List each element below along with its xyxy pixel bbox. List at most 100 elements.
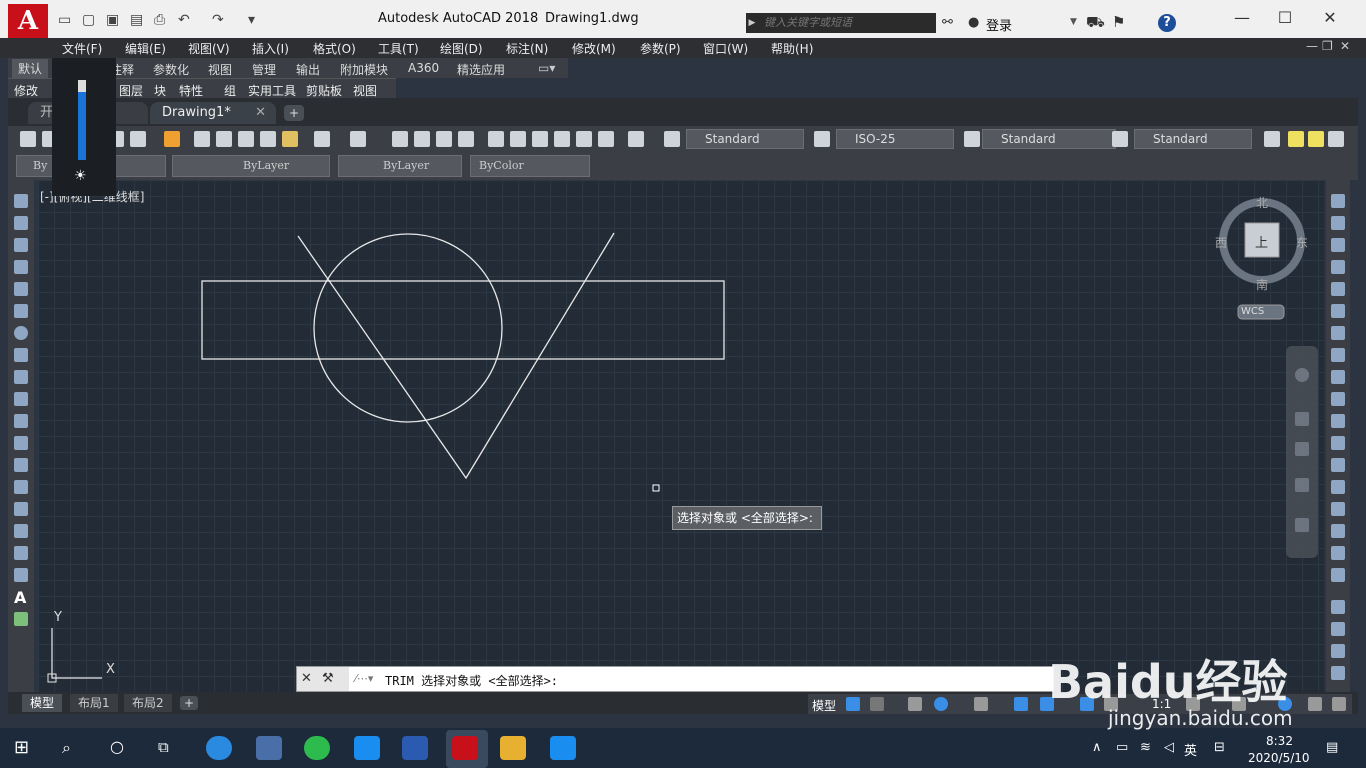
trim-icon[interactable]	[1331, 392, 1345, 406]
snap-icon[interactable]	[870, 697, 884, 711]
windows-start-icon[interactable]: ⊞	[14, 737, 29, 758]
showmotion-icon[interactable]	[1295, 518, 1309, 532]
insert-block-icon[interactable]	[14, 436, 28, 450]
table-icon[interactable]	[14, 568, 28, 582]
layout-tab-2[interactable]: 布局2	[124, 694, 172, 712]
stretch-icon[interactable]	[1331, 370, 1345, 384]
break-point-icon[interactable]	[1331, 436, 1345, 450]
wifi-icon[interactable]: ≋	[1140, 740, 1151, 755]
break-icon[interactable]	[1331, 458, 1345, 472]
rotate-icon[interactable]	[1331, 326, 1345, 340]
blend-icon[interactable]	[1331, 546, 1345, 560]
clock-date[interactable]: 2020/5/10	[1248, 751, 1310, 765]
command-close-icon[interactable]: ✕	[301, 671, 312, 686]
command-prompt: TRIM 选择对象或 <全部选择>:	[385, 674, 559, 688]
add-selected-icon[interactable]	[14, 612, 28, 626]
taskbar-app-1-icon[interactable]	[206, 736, 232, 760]
taskbar-app-8-icon[interactable]	[550, 736, 576, 760]
mtext-icon[interactable]: A	[14, 588, 26, 607]
brightness-icon[interactable]: ☀	[74, 168, 87, 184]
file-explorer-icon[interactable]	[500, 736, 526, 760]
layout-tab-model[interactable]: 模型	[22, 694, 63, 712]
draworder-icon[interactable]	[1331, 600, 1345, 614]
word-icon[interactable]	[402, 736, 428, 760]
grid-icon[interactable]	[846, 697, 860, 711]
wcs-label: WCS	[1241, 306, 1265, 317]
point-icon[interactable]	[14, 480, 28, 494]
copy-object-icon[interactable]	[1331, 216, 1345, 230]
compass-west[interactable]: 西	[1215, 234, 1227, 251]
task-view-icon[interactable]: ⧉	[158, 738, 169, 756]
baidu-watermark: Baidu经验 jingyan.baidu.com	[1048, 620, 1366, 740]
compass-south[interactable]: 南	[1256, 276, 1268, 293]
region-icon[interactable]	[14, 546, 28, 560]
erase-icon[interactable]	[1331, 194, 1345, 208]
ortho-icon[interactable]	[908, 697, 922, 711]
ellipse-icon[interactable]	[14, 392, 28, 406]
join-icon[interactable]	[1331, 480, 1345, 494]
osnap-icon[interactable]	[1014, 697, 1028, 711]
explode-icon[interactable]	[1331, 568, 1345, 582]
hatch-icon[interactable]	[14, 502, 28, 516]
layout-tab-1-label: 布局1	[78, 696, 110, 710]
taskbar-app-2-icon[interactable]	[256, 736, 282, 760]
battery-icon[interactable]: ▭	[1116, 740, 1128, 755]
add-layout-icon[interactable]: +	[180, 696, 198, 710]
move-icon[interactable]	[1331, 304, 1345, 318]
spline-icon[interactable]	[14, 370, 28, 384]
v-polyline-shape[interactable]	[297, 232, 615, 480]
navigation-bar	[1286, 346, 1318, 558]
layout-tab-model-label: 模型	[30, 696, 55, 710]
compass-east[interactable]: 东	[1296, 234, 1308, 251]
array-icon[interactable]	[1331, 282, 1345, 296]
customize-wrench-icon[interactable]: ⚒	[322, 671, 334, 686]
orbit-icon[interactable]	[1295, 478, 1309, 492]
ime-mode-icon[interactable]: ⊟	[1214, 740, 1225, 755]
arc-icon[interactable]	[14, 304, 28, 318]
command-controls: ✕ ⚒	[297, 667, 349, 691]
layout-tab-1[interactable]: 布局1	[70, 694, 118, 712]
line-icon[interactable]	[14, 194, 28, 208]
polyline-icon[interactable]	[14, 238, 28, 252]
osnap-track-icon[interactable]	[974, 697, 988, 711]
layout-tab-2-label: 布局2	[132, 696, 164, 710]
revcloud-icon[interactable]	[14, 348, 28, 362]
tray-expand-icon[interactable]: ∧	[1092, 740, 1102, 755]
construction-line-icon[interactable]	[14, 216, 28, 230]
tooltip-text: 选择对象或 <全部选择>:	[677, 511, 813, 525]
ucs-x-label: X	[106, 662, 115, 677]
ellipse-arc-icon[interactable]	[14, 414, 28, 428]
cortana-icon[interactable]: ○	[110, 737, 124, 756]
mirror-icon[interactable]	[1331, 238, 1345, 252]
volume-icon[interactable]: ◁	[1164, 740, 1174, 755]
wechat-icon[interactable]	[304, 736, 330, 760]
ucs-icon	[51, 628, 102, 679]
ime-indicator[interactable]: 英	[1184, 740, 1197, 759]
pan-hand-icon[interactable]	[1295, 412, 1309, 426]
gradient-icon[interactable]	[14, 524, 28, 538]
rectangle-icon[interactable]	[14, 282, 28, 296]
search-taskbar-icon[interactable]: ⌕	[62, 738, 71, 758]
make-block-icon[interactable]	[14, 458, 28, 472]
circle-icon[interactable]	[14, 326, 28, 340]
draw-toolbar: A	[8, 180, 34, 692]
chamfer-icon[interactable]	[1331, 502, 1345, 516]
fillet-icon[interactable]	[1331, 524, 1345, 538]
taskbar-app-4-icon[interactable]	[354, 736, 380, 760]
polygon-icon[interactable]	[14, 260, 28, 274]
watermark-url: jingyan.baidu.com	[1108, 706, 1293, 730]
notification-icon[interactable]: ▤	[1326, 740, 1338, 755]
zoom-extents-icon[interactable]	[1295, 442, 1309, 456]
extend-icon[interactable]	[1331, 414, 1345, 428]
steering-wheel-icon[interactable]	[1295, 368, 1309, 382]
model-space-button[interactable]: 模型	[812, 697, 836, 714]
rectangle-shape[interactable]	[201, 280, 725, 360]
autocad-icon	[452, 736, 478, 760]
offset-icon[interactable]	[1331, 260, 1345, 274]
command-line[interactable]: ✕ ⚒ ⁄⋯▾ TRIM 选择对象或 <全部选择>:	[296, 666, 1054, 692]
compass-north[interactable]: 北	[1256, 194, 1268, 211]
watermark-brand: Baidu经验	[1048, 655, 1288, 709]
scale-icon[interactable]	[1331, 348, 1345, 362]
command-recent-icon[interactable]: ⁄⋯▾	[355, 672, 373, 685]
polar-icon[interactable]	[934, 697, 948, 711]
